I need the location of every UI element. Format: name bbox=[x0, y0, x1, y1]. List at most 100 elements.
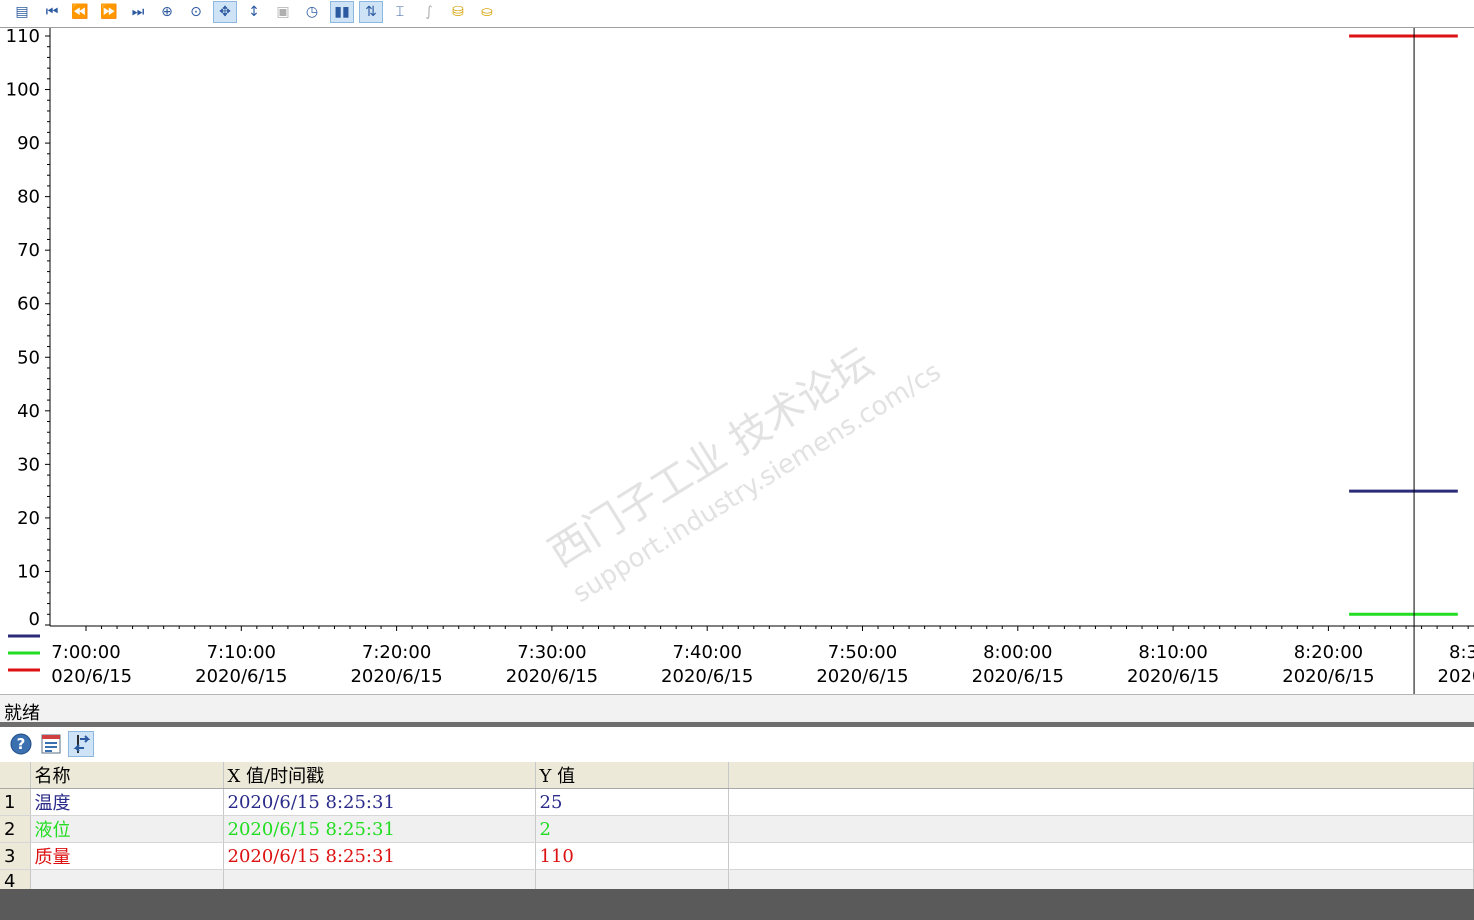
x-tick-time-label: 8:10:00 bbox=[1138, 642, 1207, 663]
x-tick-date-label: 2020/6/15 bbox=[661, 666, 753, 687]
row-number-header bbox=[0, 762, 31, 789]
statistics-icon: ∫ bbox=[425, 4, 433, 20]
previous-data-icon: ⏪ bbox=[71, 4, 89, 20]
y-tick-label: 80 bbox=[17, 187, 40, 208]
x-tick-date-label: 2020/6/15 bbox=[1282, 666, 1374, 687]
zoom-area-icon: ⊕ bbox=[161, 4, 173, 20]
x-tick-date-label: 2020/6/15 bbox=[195, 666, 287, 687]
select-area-icon: ⌶ bbox=[395, 4, 405, 20]
zoom-in-out-icon: ⊙ bbox=[190, 4, 202, 20]
cell-x-value: 2020/6/15 8:25:31 bbox=[223, 788, 536, 816]
x-tick-date-label: 2020/6/15 bbox=[972, 666, 1064, 687]
y-tick-label: 60 bbox=[17, 294, 40, 315]
start-stop-icon: ▮▮ bbox=[334, 4, 350, 20]
next-data-icon: ⏩ bbox=[100, 4, 118, 20]
cell-name: 质量 bbox=[30, 842, 224, 870]
cell-y-value: 2 bbox=[535, 815, 729, 843]
zoom-in-out-button[interactable]: ⊙ bbox=[184, 1, 208, 23]
cell-y-value: 25 bbox=[535, 788, 729, 816]
x-tick-time-label: 8:20:00 bbox=[1294, 642, 1363, 663]
export-data-button[interactable]: ⛁ bbox=[446, 1, 470, 23]
ruler-button[interactable]: ⇅ bbox=[359, 1, 383, 23]
x-tick-time-label: 7:00:00 bbox=[51, 642, 120, 663]
start-stop-button[interactable]: ▮▮ bbox=[330, 1, 354, 23]
ruler-button[interactable] bbox=[68, 731, 94, 757]
trend-chart[interactable]: 西门子工业 技术论坛 support.industry.siemens.com/c… bbox=[0, 28, 1474, 694]
table-row[interactable]: 2 液位 2020/6/15 8:25:31 2 bbox=[0, 815, 1474, 843]
x-tick-time-label: 8:30:00 bbox=[1449, 642, 1474, 663]
move-axes-button[interactable]: ✥ bbox=[213, 1, 237, 23]
ruler-icon: ⇅ bbox=[365, 4, 377, 20]
cell-empty bbox=[728, 815, 1474, 843]
select-area-button[interactable]: ⌶ bbox=[388, 1, 412, 23]
database-icon: ⛀ bbox=[481, 4, 493, 20]
column-header-empty bbox=[728, 762, 1474, 789]
y-tick-label: 30 bbox=[17, 454, 40, 475]
last-data-button[interactable]: ⏭ bbox=[126, 1, 150, 23]
statistics-button[interactable]: ∫ bbox=[417, 1, 441, 23]
database-button[interactable]: ⛀ bbox=[475, 1, 499, 23]
first-data-button[interactable]: ⏮ bbox=[40, 1, 64, 23]
x-tick-date-label: 2020/6/15 bbox=[816, 666, 908, 687]
y-tick-label: 110 bbox=[6, 28, 40, 47]
x-tick-time-label: 7:30:00 bbox=[517, 642, 586, 663]
next-data-button[interactable]: ⏩ bbox=[97, 1, 121, 23]
select-time-range-button[interactable]: ◷ bbox=[300, 1, 324, 23]
cell-x-value: 2020/6/15 8:25:31 bbox=[223, 842, 536, 870]
x-tick-time-label: 7:50:00 bbox=[828, 642, 897, 663]
value-table: 名称 X 值/时间戳 Y 值 1 温度 2020/6/15 8:25:31 25 2 液位… bbox=[0, 762, 1474, 894]
select-time-range-icon: ◷ bbox=[305, 4, 319, 20]
column-header-x-value[interactable]: X 值/时间戳 bbox=[223, 762, 536, 789]
row-number: 3 bbox=[0, 842, 31, 870]
y-tick-label: 70 bbox=[17, 240, 40, 261]
row-number: 2 bbox=[0, 815, 31, 843]
x-tick-time-label: 7:40:00 bbox=[673, 642, 742, 663]
original-view-icon: ▣ bbox=[276, 4, 290, 20]
cell-name: 液位 bbox=[30, 815, 224, 843]
window-bottom-bar bbox=[0, 889, 1474, 920]
table-row[interactable]: 1 温度 2020/6/15 8:25:31 25 bbox=[0, 788, 1474, 816]
column-header-y-value[interactable]: Y 值 bbox=[535, 762, 729, 789]
toolbar: ▤ ⏮ ⏪ ⏩ ⏭ ⊕ ⊙ ✥ ↕ ▣ ◷ ▮▮ ⇅ ⌶ ∫ ⛁ ⛀ bbox=[0, 0, 1474, 28]
svg-text:?: ? bbox=[17, 735, 26, 753]
x-tick-date-label: 2020/6/15 bbox=[40, 666, 132, 687]
help-icon: ? bbox=[10, 733, 32, 755]
x-tick-date-label: 2020/6/15 bbox=[1127, 666, 1219, 687]
help-button[interactable]: ? bbox=[8, 731, 34, 757]
column-header-name[interactable]: 名称 bbox=[30, 762, 224, 789]
x-tick-date-label: 2020/6/15 bbox=[506, 666, 598, 687]
y-tick-label: 50 bbox=[17, 347, 40, 368]
table-toolbar: ? bbox=[0, 727, 1474, 762]
cell-empty bbox=[728, 788, 1474, 816]
watermark-text: 西门子工业 技术论坛 bbox=[541, 340, 881, 577]
status-bar: 就绪 bbox=[0, 694, 1474, 724]
y-tick-label: 20 bbox=[17, 508, 40, 529]
y-tick-label: 90 bbox=[17, 133, 40, 154]
trend-chart-svg: 西门子工业 技术论坛support.industry.siemens.com/c… bbox=[0, 28, 1474, 694]
export-data-icon: ⛁ bbox=[452, 4, 464, 20]
config-dialog-icon bbox=[41, 734, 61, 754]
zoom-time-axis-icon: ↕ bbox=[248, 4, 260, 20]
cell-x-value: 2020/6/15 8:25:31 bbox=[223, 815, 536, 843]
y-tick-label: 0 bbox=[29, 609, 40, 630]
x-tick-time-label: 8:00:00 bbox=[983, 642, 1052, 663]
config-dialog-icon: ▤ bbox=[15, 4, 29, 20]
previous-data-button[interactable]: ⏪ bbox=[68, 1, 92, 23]
y-tick-label: 100 bbox=[6, 80, 40, 101]
cell-name: 温度 bbox=[30, 788, 224, 816]
cell-empty bbox=[728, 842, 1474, 870]
cell-y-value: 110 bbox=[535, 842, 729, 870]
original-view-button[interactable]: ▣ bbox=[271, 1, 295, 23]
config-dialog-button[interactable] bbox=[38, 731, 64, 757]
x-tick-date-label: 2020/6/15 bbox=[350, 666, 442, 687]
watermark-url: support.industry.siemens.com/cs bbox=[568, 357, 947, 609]
zoom-time-axis-button[interactable]: ↕ bbox=[242, 1, 266, 23]
x-tick-time-label: 7:10:00 bbox=[207, 642, 276, 663]
config-dialog-button[interactable]: ▤ bbox=[10, 1, 34, 23]
table-row[interactable]: 3 质量 2020/6/15 8:25:31 110 bbox=[0, 842, 1474, 870]
last-data-icon: ⏭ bbox=[131, 4, 145, 20]
ruler-icon bbox=[73, 735, 91, 753]
zoom-area-button[interactable]: ⊕ bbox=[155, 1, 179, 23]
first-data-icon: ⏮ bbox=[45, 4, 59, 20]
move-axes-icon: ✥ bbox=[219, 4, 231, 20]
